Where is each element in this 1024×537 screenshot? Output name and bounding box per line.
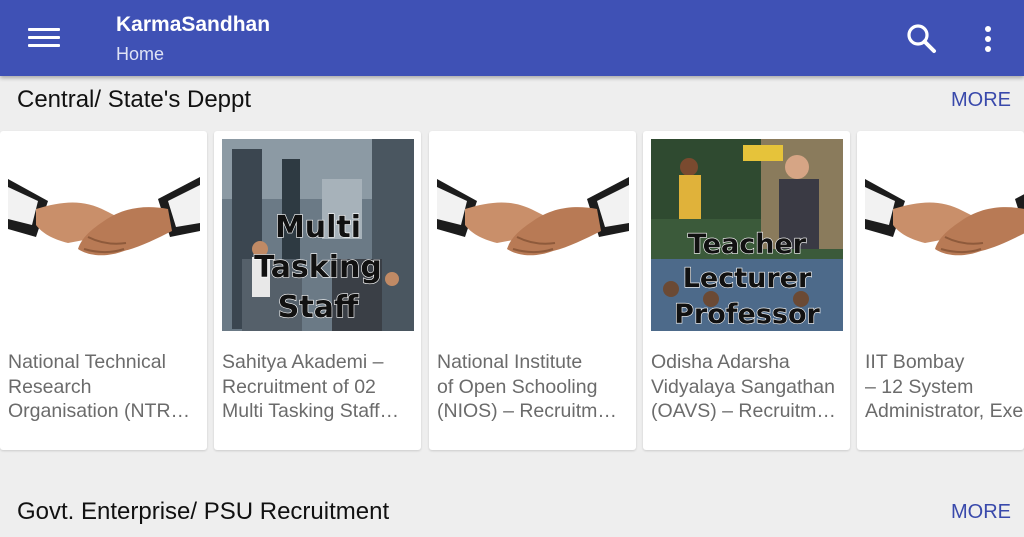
more-vert-icon[interactable] — [970, 18, 1006, 60]
section-title-central: Central/ State's Deppt — [17, 86, 252, 113]
card-title: National Technical Research Organisation… — [8, 351, 191, 422]
card-title: National Institute of Open Schooling (NI… — [437, 351, 617, 422]
app-bar: KarmaSandhan Home — [0, 0, 1024, 76]
teacher-lecturer-professor-image: Teacher Lecturer Professor — [651, 139, 843, 331]
app-title: KarmaSandhan — [116, 13, 271, 36]
card-title: IIT Bombay – 12 System Administrator, Ex… — [865, 351, 1024, 422]
handshake-image — [437, 139, 629, 331]
hamburger-menu-icon[interactable] — [18, 18, 72, 58]
app-subtitle: Home — [116, 44, 165, 64]
multi-tasking-staff-image: Multi Tasking Staff — [222, 139, 414, 331]
image-caption-line: Staff — [278, 290, 359, 325]
handshake-image — [8, 139, 200, 331]
image-caption-line: Teacher — [688, 229, 807, 260]
handshake-image — [865, 139, 1024, 331]
job-card[interactable]: Teacher Lecturer Professor Odisha Adarsh… — [643, 131, 850, 450]
card-title: Odisha Adarsha Vidyalaya Sangathan (OAVS… — [651, 351, 836, 422]
image-caption-line: Lecturer — [683, 263, 812, 294]
job-card[interactable]: National Institute of Open Schooling (NI… — [429, 131, 636, 450]
section-title-psu: Govt. Enterprise/ PSU Recruitment — [17, 498, 390, 525]
image-caption-line: Professor — [674, 299, 820, 330]
image-caption-line: Tasking — [254, 250, 382, 285]
image-caption-line: Multi — [275, 210, 361, 245]
job-card[interactable]: National Technical Research Organisation… — [0, 131, 207, 450]
job-card[interactable]: Multi Tasking Staff Sahitya Akademi – Re… — [214, 131, 421, 450]
job-card[interactable]: IIT Bombay – 12 System Administrator, Ex… — [857, 131, 1024, 450]
section-more-button-psu[interactable]: MORE — [951, 501, 1011, 524]
card-title: Sahitya Akademi – Recruitment of 02 Mult… — [222, 351, 400, 422]
section-more-button-central[interactable]: MORE — [951, 89, 1011, 112]
search-icon[interactable] — [900, 18, 942, 60]
